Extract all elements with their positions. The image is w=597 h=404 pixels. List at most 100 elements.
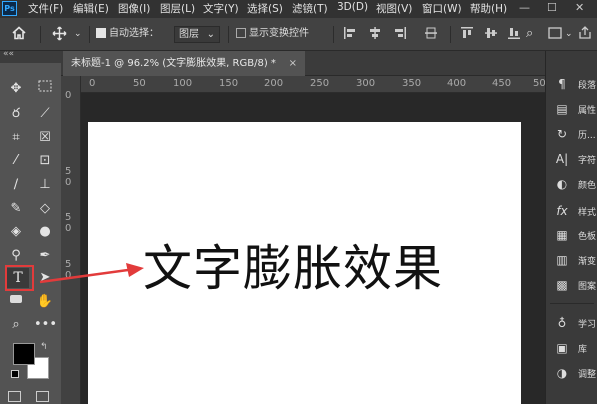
panel-styles[interactable]: fx 样式	[546, 200, 597, 224]
lasso-tool-icon[interactable]: ర	[5, 104, 27, 124]
menu-filter[interactable]: 滤镜(T)	[292, 1, 328, 16]
lightbulb-icon: ♁	[557, 316, 567, 330]
options-bar: ⌄ 自动选择： 图层 ⌄ 显示变换控件 ⌕ ⌄	[0, 18, 597, 51]
panel-label: 历...	[578, 131, 596, 141]
move-tool-icon[interactable]: ✥	[5, 79, 27, 99]
zoom-tool-icon[interactable]: ⌕	[5, 315, 27, 335]
ruler-label: 0	[89, 78, 96, 89]
auto-select-checkbox[interactable]: 自动选择：	[96, 26, 159, 42]
shape-tool-icon[interactable]	[5, 292, 27, 312]
dodge-tool-icon[interactable]: ⚲	[5, 246, 27, 266]
spot-heal-tool-icon[interactable]: ⊡	[34, 151, 56, 171]
default-colors-icon[interactable]	[11, 370, 19, 378]
checkbox-checked-icon	[96, 28, 106, 38]
panel-gradients[interactable]: ▥ 渐变	[546, 249, 597, 273]
move-icon[interactable]	[52, 26, 67, 42]
ruler-label: 0	[65, 90, 72, 101]
panel-label: 属性	[578, 106, 597, 116]
canvas-text-layer[interactable]: 文字膨胀效果	[143, 239, 443, 299]
home-icon[interactable]	[12, 26, 26, 42]
chevron-down-icon[interactable]: ⌄	[74, 26, 82, 42]
panel-learn[interactable]: ♁ 学习	[546, 312, 597, 336]
menu-window[interactable]: 窗口(W)	[422, 1, 462, 16]
panel-history[interactable]: ↻ 历...	[546, 123, 597, 147]
ruler-label: 100	[173, 78, 193, 89]
menu-help[interactable]: 帮助(H)	[470, 1, 507, 16]
menu-3d[interactable]: 3D(D)	[337, 1, 368, 13]
workspace-icon[interactable]	[548, 26, 562, 42]
ruler-label: 300	[356, 78, 376, 89]
panel-libraries[interactable]: ▣ 库	[546, 337, 597, 361]
hand-tool-icon[interactable]: ✋	[34, 292, 56, 312]
foreground-color-swatch[interactable]	[13, 343, 35, 365]
menu-type[interactable]: 文字(Y)	[203, 1, 239, 16]
panel-label: 样式	[578, 208, 597, 218]
stamp-tool-icon[interactable]: ⊥	[34, 175, 56, 195]
distribute-top-icon[interactable]	[460, 26, 474, 42]
eraser-tool-icon[interactable]: ◇	[34, 199, 56, 219]
align-left-icon[interactable]	[343, 26, 357, 42]
panel-divider	[550, 303, 594, 304]
search-icon[interactable]: ⌕	[526, 26, 533, 42]
menu-view[interactable]: 视图(V)	[376, 1, 412, 16]
quick-mask-icon[interactable]	[8, 391, 21, 402]
panel-properties[interactable]: ▤ 属性	[546, 98, 597, 122]
close-button[interactable]: ✕	[575, 0, 584, 18]
menu-bar: Ps 文件(F) 编辑(E) 图像(I) 图层(L) 文字(Y) 选择(S) 滤…	[0, 0, 597, 18]
checkbox-unchecked-icon	[236, 28, 246, 38]
menu-image[interactable]: 图像(I)	[118, 1, 150, 16]
panel-label: 段落	[578, 81, 597, 91]
panel-label: 颜色	[578, 181, 597, 191]
annotation-arrow-icon	[39, 263, 144, 284]
swatches-icon: ▦	[556, 228, 568, 242]
chevron-down-icon[interactable]: ⌄	[565, 26, 573, 42]
minimize-button[interactable]: —	[519, 0, 530, 18]
distribute-center-icon[interactable]	[484, 26, 498, 42]
quick-select-tool-icon[interactable]: ⟋	[34, 104, 56, 124]
brush-tool-icon[interactable]: ∕	[5, 175, 27, 195]
ruler-label: 400	[447, 78, 467, 89]
document-tab[interactable]: 未标题-1 @ 96.2% (文字膨胀效果, RGB/8) * ×	[63, 51, 305, 76]
frame-tool-icon[interactable]: ☒	[34, 128, 56, 148]
ruler-label: 50	[533, 78, 545, 89]
panel-label: 字符	[578, 156, 597, 166]
distribute-bottom-icon[interactable]	[507, 26, 521, 42]
menu-file[interactable]: 文件(F)	[28, 1, 63, 16]
menu-layer[interactable]: 图层(L)	[160, 1, 195, 16]
panel-adjustments[interactable]: ◑ 调整	[546, 362, 597, 386]
menu-edit[interactable]: 编辑(E)	[73, 1, 109, 16]
share-icon[interactable]	[578, 26, 592, 42]
menu-select[interactable]: 选择(S)	[247, 1, 283, 16]
panel-paragraph[interactable]: ¶ 段落	[546, 73, 597, 97]
align-middle-icon[interactable]	[424, 26, 438, 42]
blur-tool-icon[interactable]: ●	[34, 222, 56, 242]
panel-character[interactable]: A| 字符	[546, 148, 597, 172]
gradient-tool-icon[interactable]: ◈	[5, 222, 27, 242]
marquee-tool-icon[interactable]	[34, 79, 56, 99]
paragraph-icon: ¶	[558, 77, 566, 91]
panel-label: 调整	[578, 370, 597, 380]
align-right-icon[interactable]	[393, 26, 407, 42]
align-center-icon[interactable]	[368, 26, 382, 42]
document-tab-title: 未标题-1 @ 96.2% (文字膨胀效果, RGB/8) *	[71, 58, 276, 69]
libraries-icon: ▣	[556, 341, 568, 355]
ruler-label: 0	[65, 177, 72, 188]
show-transform-checkbox[interactable]: 显示变换控件	[236, 26, 309, 42]
type-tool-highlight	[5, 265, 34, 291]
history-brush-tool-icon[interactable]: ✎	[5, 199, 27, 219]
screen-mode-icon[interactable]	[36, 391, 49, 402]
panel-color[interactable]: ◐ 颜色	[546, 173, 597, 197]
auto-select-dropdown[interactable]: 图层 ⌄	[174, 26, 220, 43]
panel-patterns[interactable]: ▩ 图案	[546, 274, 597, 298]
auto-select-value: 图层	[179, 29, 199, 40]
more-tools-icon[interactable]: •••	[34, 315, 57, 335]
crop-tool-icon[interactable]: ⌗	[5, 128, 27, 148]
maximize-button[interactable]: ☐	[547, 0, 557, 18]
ruler-label: 150	[219, 78, 239, 89]
properties-icon: ▤	[556, 102, 568, 116]
close-tab-icon[interactable]: ×	[289, 51, 297, 76]
eyedropper-tool-icon[interactable]: ⁄	[5, 151, 27, 171]
swap-colors-icon[interactable]: ↰	[40, 342, 48, 352]
panel-swatches[interactable]: ▦ 色板	[546, 224, 597, 248]
collapse-panel-icon[interactable]: ««	[3, 49, 14, 59]
